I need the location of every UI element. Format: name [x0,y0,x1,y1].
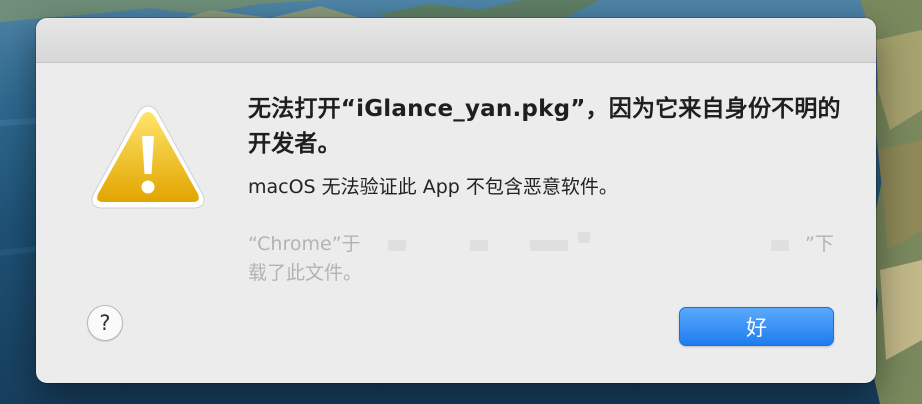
source-text-prefix: “Chrome”于 [248,233,361,255]
ok-button[interactable]: 好 [679,307,834,346]
download-source-text: “Chrome”于 ”下 载了此文件。 [248,230,848,290]
redacted-text [771,240,789,251]
dialog-titlebar [36,18,876,63]
dialog-title: 无法打开“iGlance_yan.pkg”，因为它来自身份不明的开发者。 [248,96,841,157]
redacted-text [530,240,568,251]
dialog-message: macOS 无法验证此 App 不包含恶意软件。 [248,176,618,198]
redacted-text [470,240,488,251]
redacted-text [388,240,406,251]
warning-triangle-icon [91,105,205,209]
question-mark-icon: ? [99,311,111,335]
redacted-text [578,232,590,243]
source-text-suffix: ”下 [805,233,834,255]
source-text-line2: 载了此文件。 [248,262,363,284]
security-alert-dialog: 无法打开“iGlance_yan.pkg”，因为它来自身份不明的开发者。 mac… [36,18,876,383]
help-button[interactable]: ? [87,305,123,341]
